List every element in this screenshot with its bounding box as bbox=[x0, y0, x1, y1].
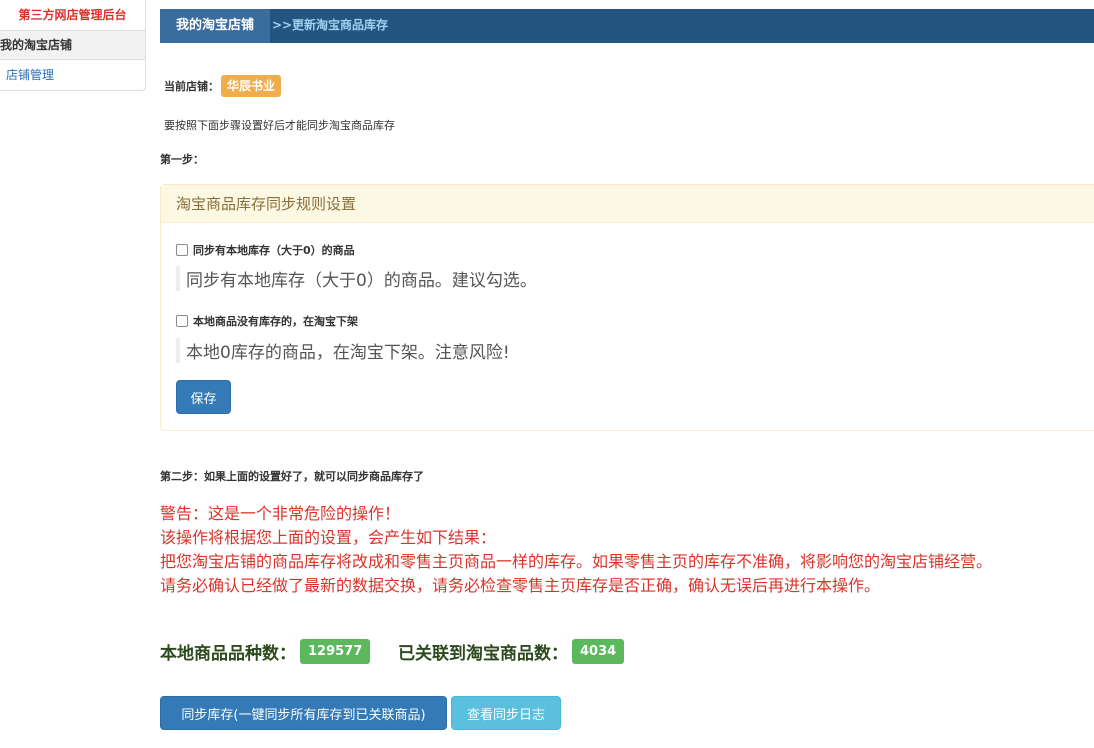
sync-local-stock-description: 同步有本地库存（大于0）的商品。建议勾选。 bbox=[176, 266, 537, 291]
instruction-text: 要按照下面步骤设置好后才能同步淘宝商品库存 bbox=[164, 119, 395, 132]
warning-message: 警告：这是一个非常危险的操作！ 该操作将根据您上面的设置，会产生如下结果： 把您… bbox=[160, 502, 992, 598]
view-sync-log-button[interactable]: 查看同步日志 bbox=[451, 696, 561, 730]
option-delist-zero-stock[interactable]: 本地商品没有库存的，在淘宝下架 bbox=[176, 313, 358, 329]
delist-zero-stock-checkbox[interactable] bbox=[176, 315, 188, 327]
sidebar-title: 第三方网店管理后台 bbox=[0, 0, 145, 31]
current-store: 当前店铺： 华辰书业 bbox=[164, 75, 282, 97]
breadcrumb-separator: >> bbox=[272, 18, 293, 32]
local-products-count-badge: 129577 bbox=[300, 639, 370, 664]
breadcrumb: 我的淘宝店铺 >> 更新淘宝商品库存 bbox=[160, 9, 1094, 43]
option-sync-local-stock[interactable]: 同步有本地库存（大于0）的商品 bbox=[176, 242, 355, 258]
sync-local-stock-label: 同步有本地库存（大于0）的商品 bbox=[193, 244, 355, 257]
linked-products-count-badge: 4034 bbox=[572, 639, 625, 664]
current-store-label: 当前店铺： bbox=[164, 80, 219, 93]
sync-rules-panel-title: 淘宝商品库存同步规则设置 bbox=[161, 185, 1094, 223]
warning-line: 警告：这是一个非常危险的操作！ bbox=[160, 504, 401, 523]
sidebar-item-store-management[interactable]: 店铺管理 bbox=[0, 60, 145, 90]
delist-zero-stock-label: 本地商品没有库存的，在淘宝下架 bbox=[193, 315, 358, 328]
sidebar-group-taobao-store[interactable]: 我的淘宝店铺 bbox=[0, 31, 145, 60]
warning-line: 请务必确认已经做了最新的数据交换，请务必检查零售主页库存是否正确，确认无误后再进… bbox=[160, 576, 881, 595]
sync-stock-button[interactable]: 同步库存(一键同步所有库存到已关联商品) bbox=[160, 696, 447, 730]
product-stats: 本地商品品种数： 129577 已关联到淘宝商品数： 4034 bbox=[160, 639, 625, 664]
local-products-label: 本地商品品种数： bbox=[160, 644, 296, 664]
store-name-badge: 华辰书业 bbox=[221, 75, 282, 97]
warning-line: 把您淘宝店铺的商品库存将改成和零售主页商品一样的库存。如果零售主页的库存不准确，… bbox=[160, 552, 993, 571]
step2-heading: 第二步：如果上面的设置好了，就可以同步商品库存了 bbox=[160, 470, 424, 483]
sync-local-stock-checkbox[interactable] bbox=[176, 244, 188, 256]
delist-zero-stock-description: 本地0库存的商品，在淘宝下架。注意风险! bbox=[176, 338, 510, 363]
save-button[interactable]: 保存 bbox=[176, 380, 231, 414]
step1-heading: 第一步： bbox=[160, 153, 204, 166]
sync-rules-panel: 淘宝商品库存同步规则设置 同步有本地库存（大于0）的商品 同步有本地库存（大于0… bbox=[160, 184, 1094, 431]
sidebar: 第三方网店管理后台 我的淘宝店铺 店铺管理 bbox=[0, 0, 146, 91]
warning-line: 该操作将根据您上面的设置，会产生如下结果： bbox=[160, 528, 497, 547]
breadcrumb-home[interactable]: 我的淘宝店铺 bbox=[160, 9, 270, 43]
linked-products-label: 已关联到淘宝商品数： bbox=[398, 644, 568, 664]
breadcrumb-current: 更新淘宝商品库存 bbox=[292, 18, 389, 32]
